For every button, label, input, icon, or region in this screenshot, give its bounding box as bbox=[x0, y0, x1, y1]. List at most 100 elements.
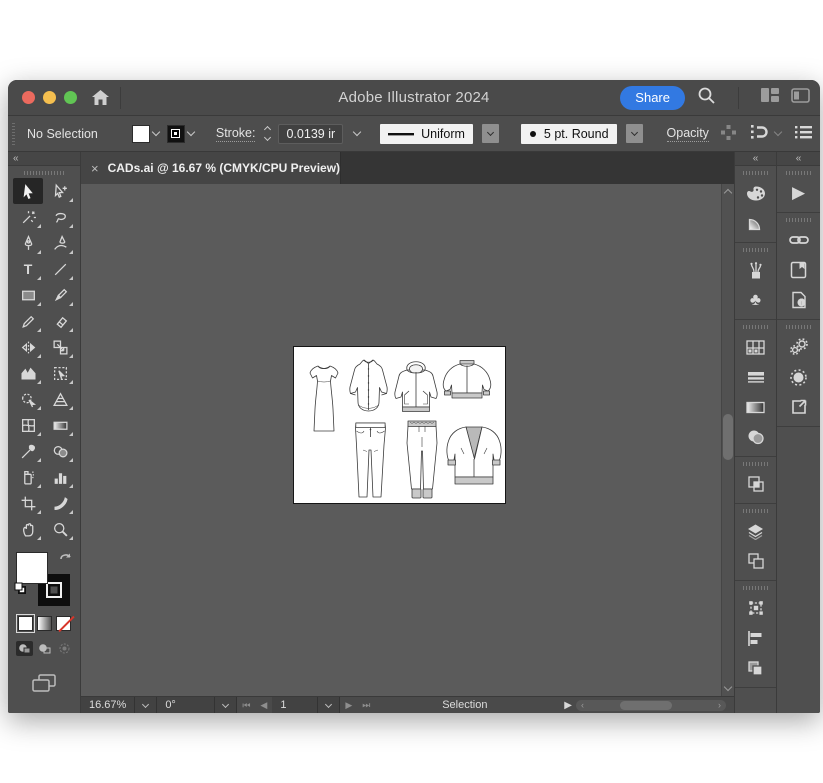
snap-options-icon[interactable] bbox=[750, 124, 768, 143]
panel-drag-handle[interactable] bbox=[742, 248, 769, 252]
outer-dock-collapse-button[interactable]: « bbox=[777, 152, 820, 166]
brush-dropdown-button[interactable] bbox=[625, 124, 643, 143]
curvature-tool-icon[interactable] bbox=[45, 230, 75, 256]
chevron-down-icon[interactable] bbox=[352, 127, 362, 137]
arrange-panel-icon[interactable] bbox=[735, 653, 776, 683]
chevron-down-icon[interactable] bbox=[773, 127, 783, 137]
panel-drag-handle[interactable] bbox=[742, 509, 769, 513]
draw-normal-icon[interactable] bbox=[15, 641, 33, 656]
panel-drag-handle[interactable] bbox=[785, 325, 812, 329]
next-artboard-button[interactable]: ▶ bbox=[340, 700, 357, 711]
zoom-tool-icon[interactable] bbox=[45, 516, 75, 542]
brush-field[interactable]: 5 pt. Round bbox=[520, 123, 617, 144]
fill-swatch[interactable] bbox=[131, 124, 150, 143]
horizontal-scrollbar[interactable]: ‹ › bbox=[576, 699, 726, 711]
swap-fill-stroke-icon[interactable] bbox=[58, 550, 74, 569]
draw-behind-icon[interactable] bbox=[36, 641, 53, 656]
mesh-tool-icon[interactable] bbox=[13, 412, 43, 438]
magic-wand-tool-icon[interactable] bbox=[13, 204, 43, 230]
artboard-number-field[interactable]: 1 bbox=[272, 697, 319, 713]
horizontal-scroll-thumb[interactable] bbox=[620, 700, 672, 710]
panel-layout-icon[interactable] bbox=[791, 87, 810, 108]
panel-drag-handle[interactable] bbox=[742, 171, 769, 175]
gradient-mode-button[interactable] bbox=[36, 616, 52, 631]
hand-tool-icon[interactable] bbox=[13, 516, 43, 542]
controlbar-grip[interactable] bbox=[12, 122, 15, 145]
gradient-panel-icon[interactable] bbox=[735, 392, 776, 422]
color-mode-button[interactable] bbox=[15, 614, 35, 633]
opacity-label-link[interactable]: Opacity bbox=[666, 126, 709, 142]
line-segment-tool-icon[interactable] bbox=[45, 256, 75, 282]
previous-artboard-button[interactable]: ◀ bbox=[255, 700, 272, 711]
eraser-tool-icon[interactable] bbox=[45, 308, 75, 334]
last-artboard-button[interactable]: ⏭ bbox=[357, 700, 375, 711]
type-tool-icon[interactable]: T bbox=[13, 256, 43, 282]
inner-dock-collapse-button[interactable]: « bbox=[735, 152, 776, 166]
lasso-tool-icon[interactable] bbox=[45, 204, 75, 230]
width-profile-dropdown-button[interactable] bbox=[481, 124, 499, 143]
transform-panel-icon[interactable] bbox=[735, 593, 776, 623]
panel-drag-handle[interactable] bbox=[742, 586, 769, 590]
artboard[interactable] bbox=[293, 346, 506, 504]
slice-tool-icon[interactable] bbox=[45, 490, 75, 516]
scroll-right-icon[interactable]: › bbox=[718, 700, 721, 710]
artboards-panel-icon[interactable] bbox=[735, 546, 776, 576]
stroke-color-control[interactable] bbox=[166, 124, 196, 143]
pathfinder-panel-icon[interactable] bbox=[735, 469, 776, 499]
draw-inside-icon[interactable] bbox=[56, 641, 73, 656]
first-artboard-button[interactable]: ⏮ bbox=[237, 700, 255, 711]
panel-drag-handle[interactable] bbox=[785, 218, 812, 222]
share-button[interactable]: Share bbox=[620, 85, 685, 110]
stroke-swatch[interactable] bbox=[166, 124, 185, 143]
blend-tool-icon[interactable] bbox=[45, 438, 75, 464]
rotation-dropdown-button[interactable] bbox=[215, 697, 238, 713]
vertical-scroll-thumb[interactable] bbox=[723, 414, 733, 461]
status-flyout-icon[interactable]: ▶ bbox=[564, 700, 572, 711]
maximize-window-button[interactable] bbox=[64, 91, 77, 104]
align-panel-icon[interactable] bbox=[735, 623, 776, 653]
stroke-panel-icon[interactable] bbox=[735, 362, 776, 392]
swatches-panel-icon[interactable] bbox=[735, 332, 776, 362]
eyedropper-tool-icon[interactable] bbox=[13, 438, 43, 464]
links-panel-icon[interactable] bbox=[777, 225, 820, 255]
stroke-label-link[interactable]: Stroke: bbox=[215, 126, 256, 142]
panel-drag-handle[interactable] bbox=[742, 325, 769, 329]
color-guide-panel-icon[interactable] bbox=[735, 208, 776, 238]
direct-selection-tool-icon[interactable] bbox=[45, 178, 75, 204]
toolbar-drag-handle[interactable] bbox=[24, 171, 64, 175]
image-trace-panel-icon[interactable] bbox=[777, 362, 820, 392]
pen-tool-icon[interactable] bbox=[13, 230, 43, 256]
close-window-button[interactable] bbox=[22, 91, 35, 104]
free-transform-tool-icon[interactable] bbox=[45, 360, 75, 386]
scroll-down-icon[interactable] bbox=[723, 682, 733, 692]
artboard-dropdown-button[interactable] bbox=[318, 697, 341, 713]
zoom-dropdown-button[interactable] bbox=[135, 697, 158, 713]
symbols-panel-icon[interactable]: ♣ bbox=[735, 285, 776, 315]
pencil-tool-icon[interactable] bbox=[13, 308, 43, 334]
vertical-scrollbar[interactable] bbox=[721, 184, 734, 696]
toolbar-collapse-button[interactable]: « bbox=[8, 152, 80, 166]
libraries-panel-icon[interactable] bbox=[777, 255, 820, 285]
document-info-panel-icon[interactable] bbox=[777, 285, 820, 315]
screen-mode-icon[interactable] bbox=[8, 674, 80, 692]
paintbrush-tool-icon[interactable] bbox=[45, 282, 75, 308]
stroke-width-stepper[interactable] bbox=[264, 125, 272, 142]
tab-close-icon[interactable]: × bbox=[91, 162, 99, 175]
gradient-tool-icon[interactable] bbox=[45, 412, 75, 438]
brushes-panel-icon[interactable] bbox=[735, 255, 776, 285]
align-glyphs-icon[interactable] bbox=[721, 124, 736, 143]
document-tab[interactable]: × CADs.ai @ 16.67 % (CMYK/CPU Preview) bbox=[81, 152, 341, 184]
panel-drag-handle[interactable] bbox=[785, 171, 812, 175]
menu-list-icon[interactable] bbox=[795, 125, 812, 142]
transparency-panel-icon[interactable] bbox=[735, 422, 776, 452]
default-fill-stroke-icon[interactable] bbox=[14, 582, 27, 600]
home-icon[interactable] bbox=[91, 89, 110, 106]
symbol-sprayer-tool-icon[interactable] bbox=[13, 464, 43, 490]
scroll-up-icon[interactable] bbox=[723, 188, 733, 198]
color-panel-icon[interactable] bbox=[735, 178, 776, 208]
stroke-width-field[interactable]: 0.0139 ir bbox=[278, 123, 344, 144]
rotate-tool-icon[interactable] bbox=[13, 334, 43, 360]
workspace-switcher-icon[interactable] bbox=[761, 88, 779, 107]
search-icon[interactable] bbox=[697, 86, 716, 110]
none-mode-button[interactable] bbox=[55, 616, 71, 631]
